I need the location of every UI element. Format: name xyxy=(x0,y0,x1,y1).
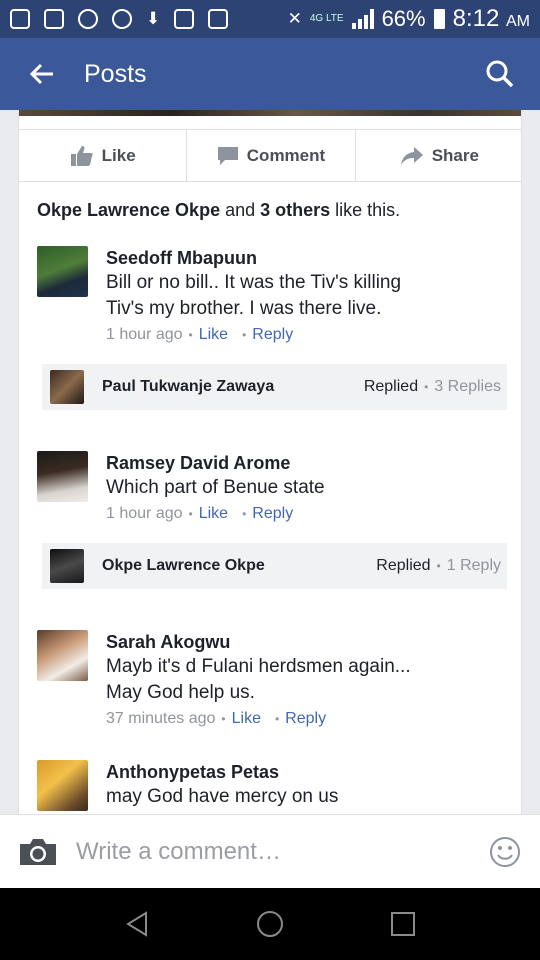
circle-home-icon xyxy=(256,911,283,937)
separator-dot: • xyxy=(424,380,429,394)
emoji-button[interactable] xyxy=(470,815,540,889)
comment-timestamp: 1 hour ago xyxy=(106,505,183,522)
comment-text-line: Mayb it's d Fulani herdsmen again... xyxy=(106,656,411,677)
comment-composer xyxy=(0,814,540,888)
comment-reply-link[interactable]: Reply xyxy=(285,706,326,732)
reply-author: Okpe Lawrence Okpe xyxy=(102,557,265,574)
avatar[interactable] xyxy=(37,246,88,297)
comment-timestamp: 37 minutes ago xyxy=(106,710,216,727)
instagram-icon xyxy=(174,9,195,29)
comment-like-link[interactable]: Like xyxy=(199,322,228,348)
comment-input[interactable] xyxy=(76,837,470,866)
gallery-icon xyxy=(208,9,229,29)
status-bar: ⬇ ✕ 4G LTE 66% 8:12 AM xyxy=(0,0,540,38)
avatar xyxy=(50,370,84,404)
mute-icon: ✕ xyxy=(287,9,302,28)
comment-author[interactable]: Seedoff Mbapuun xyxy=(106,246,506,270)
speech-bubble-icon xyxy=(217,146,238,165)
camera-button[interactable] xyxy=(0,815,76,889)
separator-dot: • xyxy=(242,507,247,521)
thumbs-up-icon xyxy=(70,145,93,166)
comment-author[interactable]: Ramsey David Arome xyxy=(106,451,506,475)
comment-reply-link[interactable]: Reply xyxy=(252,322,293,348)
separator-dot: • xyxy=(188,328,193,342)
camera-icon xyxy=(20,838,56,865)
comment-text-line: Tiv's my brother. I was there live. xyxy=(106,298,382,319)
comment-like-link[interactable]: Like xyxy=(199,501,228,527)
search-button[interactable] xyxy=(460,38,540,110)
comment-label: Comment xyxy=(246,145,326,165)
likes-suffix: like this. xyxy=(330,200,401,220)
replies-preview[interactable]: Paul Tukwanje Zawaya Replied • 3 Replies xyxy=(42,364,507,410)
notification-icons: ⬇ xyxy=(10,9,229,29)
separator-dot: • xyxy=(188,507,193,521)
signal-icon xyxy=(351,9,374,29)
battery-percent: 66% xyxy=(381,6,426,31)
comment: Seedoff Mbapuun Bill or no bill.. It was… xyxy=(37,246,507,356)
comment-reply-link[interactable]: Reply xyxy=(252,501,293,527)
nav-home-button[interactable] xyxy=(240,894,300,954)
nav-back-button[interactable] xyxy=(107,894,167,954)
search-icon xyxy=(486,60,514,88)
like-button[interactable]: Like xyxy=(19,130,188,181)
nav-recents-button[interactable] xyxy=(373,894,433,954)
comment-text-line: may God have mercy on us xyxy=(106,786,339,807)
likes-summary[interactable]: Okpe Lawrence Okpe and 3 others like thi… xyxy=(37,200,400,221)
back-button[interactable] xyxy=(0,38,84,110)
battery-icon xyxy=(433,9,445,29)
post-card: Like Comment Share Okpe Lawrence Okpe an… xyxy=(18,110,522,814)
liker-name[interactable]: Okpe Lawrence Okpe xyxy=(37,200,220,220)
notification-plus-icon xyxy=(10,9,30,29)
share-button[interactable]: Share xyxy=(356,130,521,181)
network-type: 4G LTE xyxy=(309,13,344,24)
reply-count: 1 Reply xyxy=(446,557,501,574)
comment-author[interactable]: Anthonypetas Petas xyxy=(106,760,506,784)
share-label: Share xyxy=(431,145,479,165)
post-image-bottom-edge xyxy=(19,110,521,130)
smiley-icon xyxy=(490,836,520,867)
reply-count: 3 Replies xyxy=(434,378,501,395)
post-actions: Like Comment Share xyxy=(19,130,521,182)
separator-dot: • xyxy=(221,712,226,726)
triangle-back-icon xyxy=(125,911,147,937)
likes-and: and xyxy=(220,200,261,220)
comment-timestamp: 1 hour ago xyxy=(106,326,183,343)
comment-text-line: Which part of Benue state xyxy=(106,477,325,498)
arrow-left-icon xyxy=(29,63,53,85)
like-label: Like xyxy=(101,145,136,165)
replied-label: Replied xyxy=(363,378,419,395)
user-notification-icon xyxy=(78,9,98,29)
square-recents-icon xyxy=(391,912,416,936)
reply-author: Paul Tukwanje Zawaya xyxy=(102,378,275,395)
comment-like-link[interactable]: Like xyxy=(232,706,261,732)
avatar xyxy=(50,549,84,583)
avatar[interactable] xyxy=(37,760,88,811)
comment-text-line: Bill or no bill.. It was the Tiv's killi… xyxy=(106,272,402,293)
replied-label: Replied xyxy=(376,557,431,574)
likes-others[interactable]: 3 others xyxy=(260,200,330,220)
app-bar: Posts xyxy=(0,38,540,110)
download-icon: ⬇ xyxy=(146,9,161,28)
system-nav-bar xyxy=(0,888,540,960)
comment-text-line: May God help us. xyxy=(106,682,255,703)
messenger-icon xyxy=(112,9,132,29)
comment-author[interactable]: Sarah Akogwu xyxy=(106,630,506,654)
separator-dot: • xyxy=(436,559,441,573)
comment-button[interactable]: Comment xyxy=(187,130,356,181)
clock: 8:12 AM xyxy=(452,5,530,32)
avatar[interactable] xyxy=(37,630,88,681)
comment: Anthonypetas Petas may God have mercy on… xyxy=(37,760,507,814)
replies-preview[interactable]: Okpe Lawrence Okpe Replied • 1 Reply xyxy=(42,543,507,589)
share-arrow-icon xyxy=(400,146,423,165)
comment: Ramsey David Arome Which part of Benue s… xyxy=(37,451,507,535)
separator-dot: • xyxy=(274,712,280,726)
facebook-icon xyxy=(44,9,64,29)
comment: Sarah Akogwu Mayb it's d Fulani herdsmen… xyxy=(37,630,507,738)
page-title: Posts xyxy=(84,59,147,88)
avatar[interactable] xyxy=(37,451,88,502)
separator-dot: • xyxy=(242,328,247,342)
